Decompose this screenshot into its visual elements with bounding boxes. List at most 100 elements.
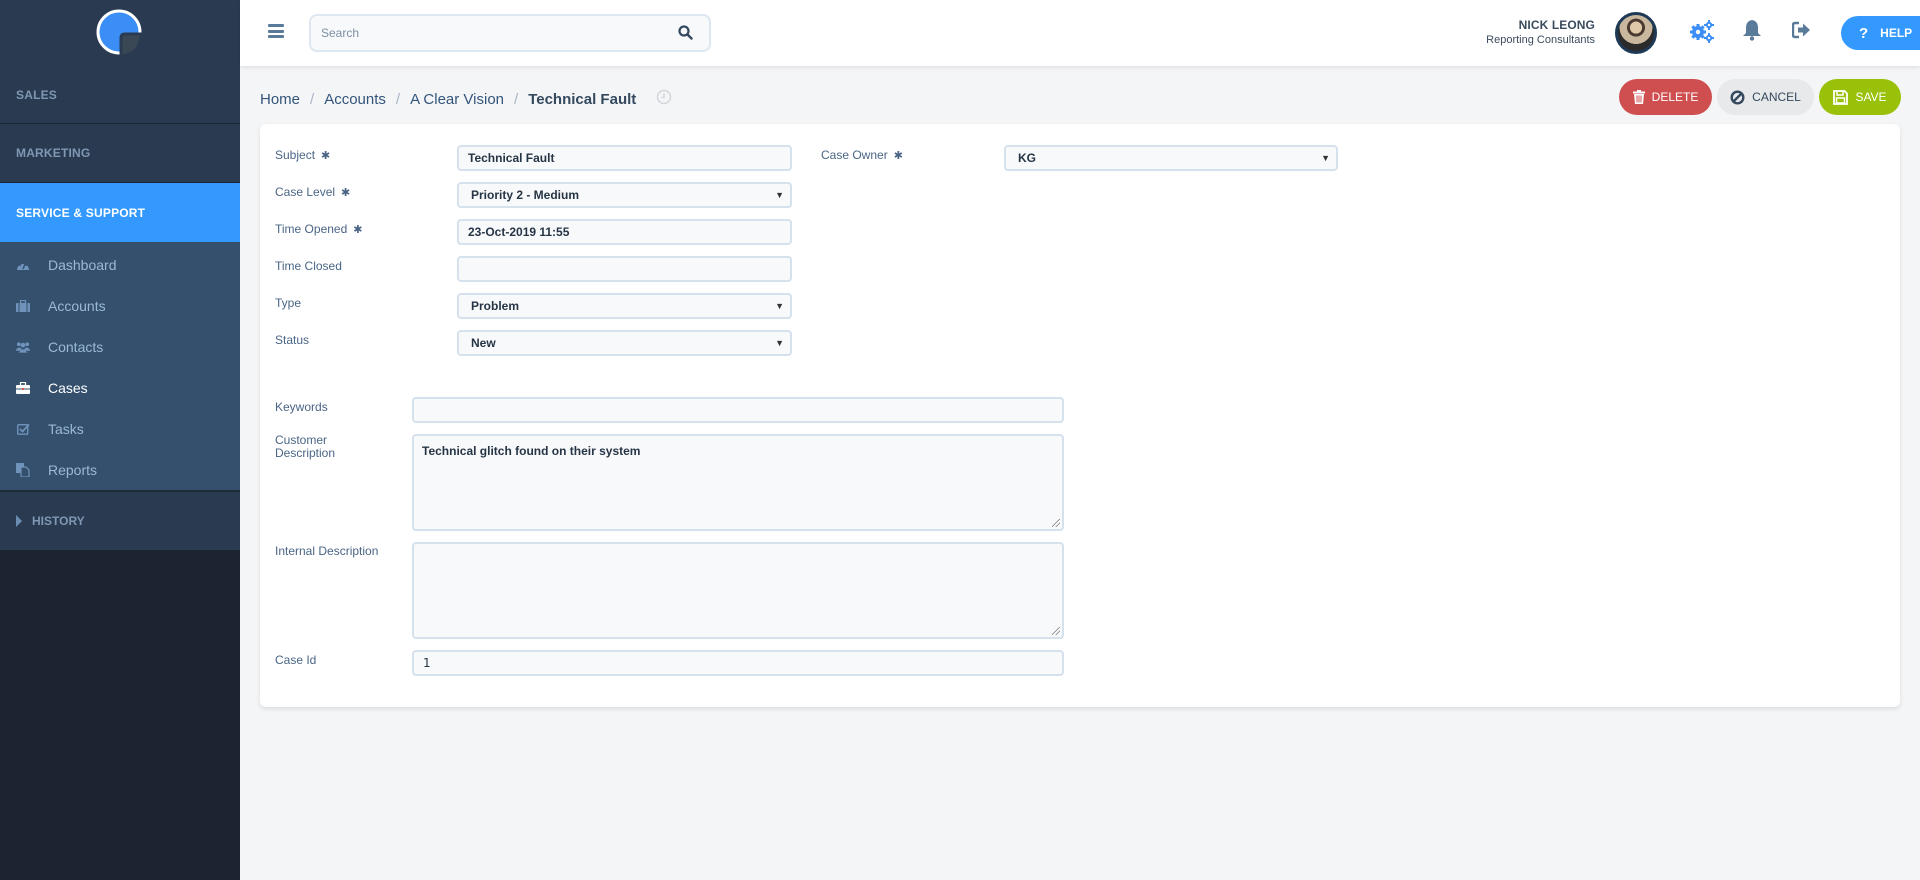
ban-icon [1730,89,1745,105]
search-icon[interactable] [678,25,693,45]
user-name: NICK LEONG [1518,18,1595,32]
keywords-label: Keywords [275,400,328,414]
internal-description-label: Internal Description [275,544,379,558]
sidebar-item-cases[interactable]: Cases [0,367,240,408]
type-select[interactable]: Problem ▼ [457,293,792,319]
case-owner-select[interactable]: KG ▼ [1004,145,1338,171]
sidebar-section-sales[interactable]: SALES [0,66,240,124]
floppy-disk-icon [1833,89,1849,105]
notifications-bell-icon[interactable] [1742,19,1762,46]
users-icon [16,340,30,354]
time-opened-field[interactable]: 23-Oct-2019 11:55 [457,219,792,245]
sidebar-item-label: Accounts [48,297,106,314]
customer-description-value: Technical glitch found on their system [422,444,641,458]
breadcrumb-home[interactable]: Home [260,91,300,108]
customer-description-textarea[interactable]: Technical glitch found on their system [412,434,1064,531]
required-marker: ✱ [321,150,331,162]
top-bar: NICK LEONG Reporting Consultants [240,0,1920,66]
settings-gears-icon[interactable] [1689,19,1715,48]
save-button[interactable]: SAVE [1819,79,1901,115]
sidebar-item-label: Cases [48,379,88,396]
case-level-label: Case Level ✱ [275,185,351,200]
app-logo[interactable] [95,8,145,58]
history-label: HISTORY [32,514,85,528]
resize-handle[interactable] [1052,519,1060,527]
keywords-field[interactable] [412,397,1064,423]
dropdown-caret-icon: ▼ [1321,153,1330,163]
time-closed-field[interactable] [457,256,792,282]
sidebar-item-contacts[interactable]: Contacts [0,326,240,367]
search-input[interactable] [311,16,651,50]
breadcrumb-account[interactable]: A Clear Vision [410,91,504,108]
toolbox-icon [16,381,30,395]
sidebar-item-label: Tasks [48,420,84,437]
breadcrumb-separator: / [395,90,401,108]
breadcrumb-accounts[interactable]: Accounts [324,91,386,108]
sidebar-item-reports[interactable]: Reports [0,449,240,490]
type-label: Type [275,296,302,310]
logout-icon[interactable] [1791,21,1812,44]
delete-label: DELETE [1651,90,1699,104]
delete-button[interactable]: DELETE [1619,79,1712,115]
search-box [309,14,711,52]
case-owner-value: KG [1018,151,1036,165]
required-marker: ✱ [353,224,363,236]
trash-icon [1632,90,1645,104]
menu-toggle-icon[interactable] [268,24,284,38]
case-id-label: Case Id [275,653,317,667]
required-marker: ✱ [893,150,903,162]
cancel-button[interactable]: CANCEL [1717,79,1814,115]
customer-description-label: Customer Description [275,433,336,460]
sidebar-item-tasks[interactable]: Tasks [0,408,240,449]
case-level-value: Priority 2 - Medium [471,188,580,202]
subject-field[interactable]: Technical Fault [457,145,792,171]
save-label: SAVE [1855,90,1887,104]
sidebar-item-label: Dashboard [48,256,117,273]
status-value: New [471,336,496,350]
internal-description-textarea[interactable] [412,542,1064,639]
caret-right-icon [16,515,22,527]
sidebar-section-marketing[interactable]: MARKETING [0,124,240,183]
sidebar: SALES MARKETING SERVICE & SUPPORT Dashbo… [0,0,240,880]
sidebar-section-service-support[interactable]: SERVICE & SUPPORT [0,183,240,242]
time-closed-label: Time Closed [275,259,342,273]
dropdown-caret-icon: ▼ [775,301,784,311]
time-opened-label: Time Opened ✱ [275,222,363,237]
case-id-field[interactable]: 1 [412,650,1064,676]
sidebar-item-label: Contacts [48,338,104,355]
dropdown-caret-icon: ▼ [775,338,784,348]
breadcrumb-current: Technical Fault [528,90,637,108]
dropdown-caret-icon: ▼ [775,190,784,200]
status-label: Status [275,333,310,347]
cancel-label: CANCEL [1752,90,1801,104]
case-id-value: 1 [423,656,431,670]
checkbox-icon [16,422,30,436]
case-form-card: Subject ✱ Technical Fault Case Level ✱ Pri… [260,124,1900,707]
status-select[interactable]: New ▼ [457,330,792,356]
clock-icon[interactable] [656,89,672,109]
subject-value: Technical Fault [468,151,555,165]
subject-label: Subject ✱ [275,148,331,163]
breadcrumb: Home / Accounts / A Clear Vision / Techn… [260,89,672,109]
breadcrumb-separator: / [514,90,519,108]
help-label: HELP [1880,26,1913,40]
required-marker: ✱ [341,187,351,199]
sidebar-item-dashboard[interactable]: Dashboard [0,244,240,285]
briefcase-icon [16,299,30,313]
help-button[interactable]: ? HELP [1841,16,1920,50]
sidebar-submenu: Dashboard Accounts Contacts Cases Tasks [0,242,240,492]
user-info[interactable]: NICK LEONG Reporting Consultants [1486,18,1595,46]
type-value: Problem [471,299,520,313]
user-organization: Reporting Consultants [1486,34,1595,46]
sidebar-section-history[interactable]: HISTORY [0,492,240,550]
sidebar-item-accounts[interactable]: Accounts [0,285,240,326]
avatar[interactable] [1615,12,1657,54]
case-level-select[interactable]: Priority 2 - Medium ▼ [457,182,792,208]
breadcrumb-separator: / [310,90,315,108]
resize-handle[interactable] [1052,627,1060,635]
time-opened-value: 23-Oct-2019 11:55 [468,225,570,239]
question-icon: ? [1859,24,1869,42]
case-owner-label: Case Owner ✱ [821,148,903,163]
copy-icon [16,462,30,477]
dashboard-icon [16,258,30,272]
